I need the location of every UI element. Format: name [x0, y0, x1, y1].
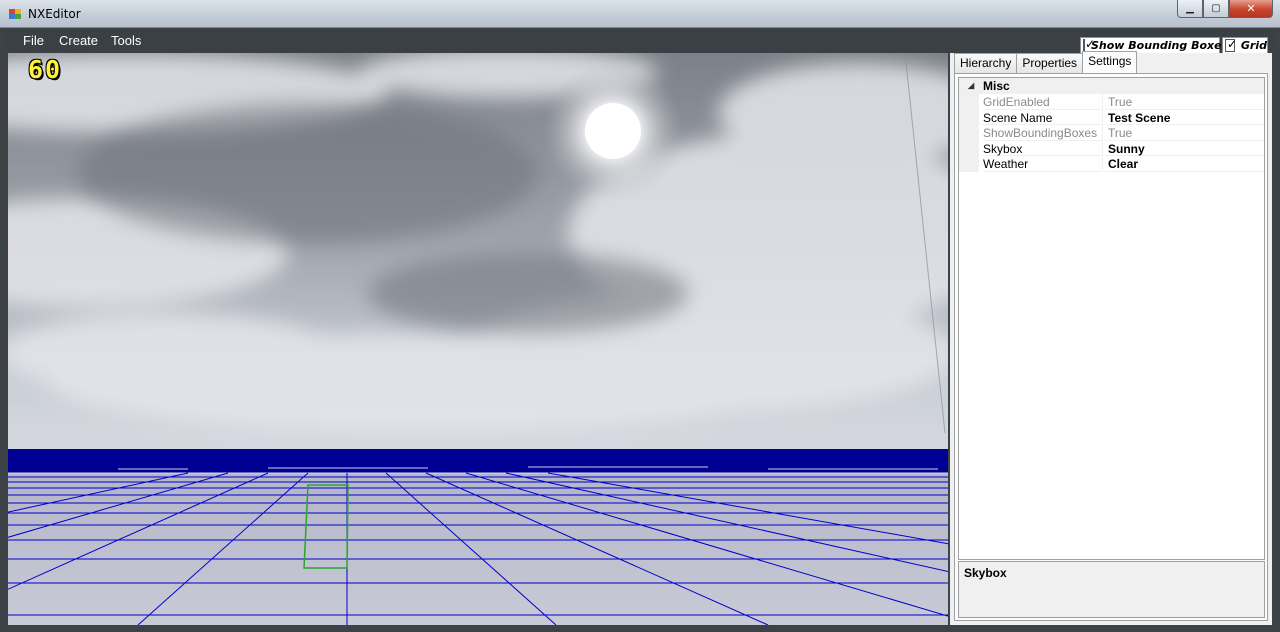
tab-settings[interactable]: Settings — [1082, 51, 1138, 73]
fps-counter: 60 — [28, 55, 63, 84]
scene-render — [8, 53, 948, 625]
property-name: Scene Name — [983, 109, 1103, 125]
menu-tools[interactable]: Tools — [111, 33, 141, 48]
app-icon — [9, 9, 21, 19]
minimize-icon: ▁ — [1186, 3, 1194, 14]
side-panel: Hierarchy Properties Settings ◢ Misc Gri… — [950, 51, 1272, 625]
minimize-button[interactable]: ▁ — [1177, 0, 1203, 18]
maximize-button[interactable]: ▢ — [1203, 0, 1229, 18]
property-row-showboundingboxes[interactable]: ShowBoundingBoxes True — [959, 125, 1264, 141]
property-value: True — [1105, 94, 1264, 110]
menu-create[interactable]: Create — [59, 33, 98, 48]
grid-toggle[interactable]: Grid — [1222, 37, 1268, 54]
property-value[interactable]: Sunny — [1105, 141, 1264, 156]
panel-tabs: Hierarchy Properties Settings — [954, 51, 1138, 73]
tab-properties[interactable]: Properties — [1016, 53, 1084, 73]
property-value[interactable]: Test Scene — [1105, 110, 1264, 125]
property-name: Weather — [983, 156, 1103, 172]
close-icon: ✕ — [1246, 2, 1256, 15]
close-button[interactable]: ✕ — [1229, 0, 1273, 18]
property-value[interactable]: Clear — [1105, 156, 1264, 172]
maximize-icon: ▢ — [1211, 3, 1221, 14]
property-row-skybox[interactable]: Skybox Sunny — [959, 140, 1264, 156]
menu-bar: File Create Tools Show Bounding Boxes Gr… — [6, 28, 1274, 54]
title-bar: NXEditor ▁ ▢ ✕ — [0, 0, 1280, 28]
property-value: True — [1105, 125, 1264, 141]
property-grid[interactable]: ◢ Misc GridEnabled True Scene Name Test … — [958, 77, 1265, 560]
grid-label: Grid — [1240, 39, 1267, 52]
property-row-scene-name[interactable]: Scene Name Test Scene — [959, 109, 1264, 125]
property-row-weather[interactable]: Weather Clear — [959, 156, 1264, 172]
property-name: GridEnabled — [983, 94, 1103, 110]
property-name: Skybox — [983, 140, 1103, 156]
scene-viewport[interactable]: 60 — [8, 53, 948, 625]
tab-hierarchy[interactable]: Hierarchy — [954, 53, 1018, 73]
grid-checkbox[interactable] — [1225, 37, 1237, 52]
collapse-icon[interactable]: ◢ — [968, 81, 974, 90]
menu-file[interactable]: File — [23, 33, 44, 48]
window-title: NXEditor — [28, 7, 81, 21]
help-title: Skybox — [964, 566, 1007, 580]
property-help-box: Skybox — [958, 561, 1265, 618]
property-name: ShowBoundingBoxes — [983, 125, 1103, 141]
category-misc[interactable]: ◢ Misc — [959, 78, 1264, 94]
property-row-gridenabled[interactable]: GridEnabled True — [959, 94, 1264, 110]
category-label: Misc — [983, 79, 1010, 93]
settings-panel: ◢ Misc GridEnabled True Scene Name Test … — [954, 73, 1268, 621]
